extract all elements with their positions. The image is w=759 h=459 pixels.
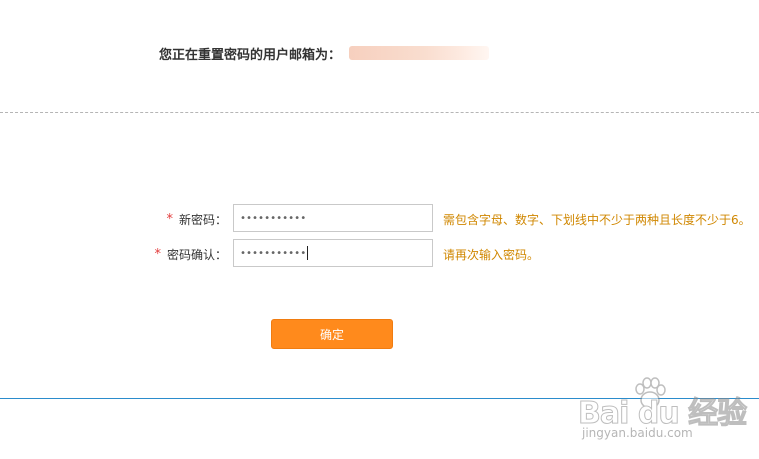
email-label: 您正在重置密码的用户邮箱为：: [159, 47, 342, 63]
email-masked-value: [349, 46, 490, 60]
reset-email-row: 您正在重置密码的用户邮箱为：: [159, 43, 490, 63]
form-row-confirm-password: * 密码确认： ••••••••••• 请再次输入密码。: [0, 239, 759, 269]
new-password-hint: 需包含字母、数字、下划线中不少于两种且长度不少于6。: [443, 212, 751, 227]
confirm-password-label-group: * 密码确认：: [154, 239, 227, 269]
new-password-label: 新密码：: [178, 212, 227, 227]
confirm-password-masked-value: •••••••••••: [240, 247, 307, 259]
new-password-input[interactable]: •••••••••••: [233, 204, 433, 232]
required-star: *: [166, 211, 173, 227]
dashed-divider: [0, 112, 759, 113]
baidu-jingyan-watermark: Bai du 经验 jingyan.baidu.com: [577, 374, 756, 454]
confirm-password-input[interactable]: •••••••••••: [233, 239, 433, 267]
new-password-label-group: * 新密码：: [166, 204, 227, 234]
confirm-password-label: 密码确认：: [166, 247, 227, 262]
new-password-masked-value: •••••••••••: [240, 212, 307, 224]
required-star: *: [154, 246, 161, 262]
text-caret: [307, 246, 309, 260]
confirm-password-hint: 请再次输入密码。: [443, 247, 540, 262]
confirm-button[interactable]: 确定: [271, 319, 393, 349]
watermark-url: jingyan.baidu.com: [582, 426, 693, 440]
form-row-new-password: * 新密码： ••••••••••• 需包含字母、数字、下划线中不少于两种且长度…: [0, 204, 759, 234]
